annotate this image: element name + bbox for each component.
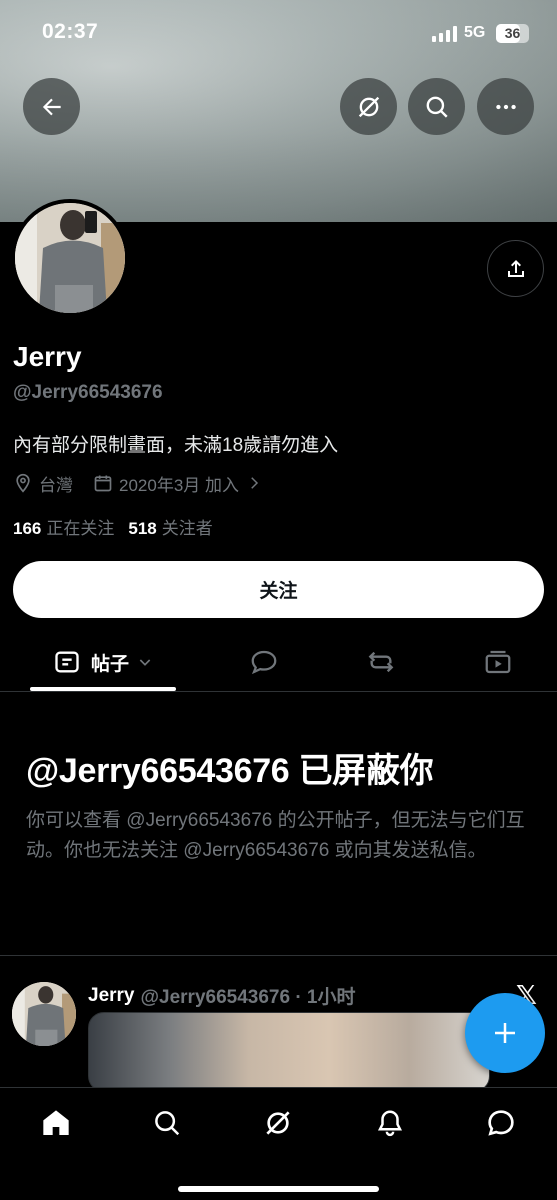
tab-media[interactable] (468, 632, 528, 692)
nav-messages[interactable] (483, 1105, 519, 1141)
following-label: 正在关注 (46, 519, 115, 538)
home-icon (43, 1110, 69, 1135)
profile-handle: @Jerry66543676 (13, 382, 163, 403)
grok-icon (266, 1111, 290, 1135)
search-button[interactable] (408, 78, 465, 135)
nav-grok[interactable] (260, 1105, 296, 1141)
back-button[interactable] (23, 78, 80, 135)
messages-icon (488, 1110, 514, 1136)
grok-button[interactable] (340, 78, 397, 135)
more-icon (495, 104, 516, 109)
arrow-left-icon (42, 98, 61, 115)
profile-bio: 內有部分限制畫面，未滿18歲請勿進入 (13, 435, 339, 456)
bell-icon (377, 1110, 403, 1137)
search-icon (155, 1111, 180, 1136)
chevron-right-icon (251, 477, 259, 489)
divider (0, 955, 557, 956)
status-time: 02:37 (42, 20, 99, 43)
post-author-handle: @Jerry66543676 · 1小时 (140, 987, 356, 1008)
calendar-icon (94, 475, 112, 492)
media-icon (485, 650, 511, 674)
more-button[interactable] (477, 78, 534, 135)
followers-link[interactable]: 518 关注者 (128, 514, 212, 539)
nav-search[interactable] (149, 1105, 185, 1141)
profile-joined[interactable]: 2020年3月 加入 (119, 471, 239, 496)
nav-home[interactable] (38, 1105, 74, 1141)
battery-icon: 36 (496, 24, 529, 43)
tab-posts[interactable]: 帖子 (30, 632, 176, 692)
nav-notifications[interactable] (372, 1105, 408, 1141)
battery-level: 36 (504, 25, 521, 41)
tab-replies[interactable] (234, 632, 294, 692)
search-icon (426, 96, 448, 118)
tab-reposts[interactable] (351, 632, 411, 692)
plus-icon (495, 1023, 515, 1043)
follow-button[interactable]: 关注 (13, 561, 544, 618)
tab-posts-label: 帖子 (90, 653, 129, 675)
network-type: 5G (464, 24, 486, 41)
repost-icon (368, 651, 394, 673)
post-author-name[interactable]: Jerry (88, 985, 135, 1007)
grok-icon (358, 96, 379, 117)
location-pin-icon (16, 473, 30, 493)
post-avatar-photo (12, 982, 76, 1046)
profile-name: Jerry (13, 341, 82, 372)
home-indicator (178, 1186, 379, 1192)
post-header: Jerry @Jerry66543676 · 1小时 (88, 982, 356, 1009)
status-bar: 02:37 5G 36 (0, 0, 557, 70)
profile-location: 台灣 (39, 475, 73, 495)
profile-avatar[interactable] (11, 199, 129, 317)
followers-label: 关注者 (161, 519, 213, 538)
chevron-down-icon (139, 659, 151, 666)
bottom-nav (0, 1087, 557, 1200)
signal-icon (432, 26, 458, 42)
avatar-photo (15, 203, 125, 313)
share-button[interactable] (487, 240, 544, 297)
post-media[interactable] (88, 1012, 490, 1092)
share-icon (507, 259, 524, 277)
blocked-body: 你可以查看 @Jerry66543676 的公开帖子，但无法与它们互动。你也无法… (26, 810, 525, 861)
profile-tabs: 帖子 (0, 632, 557, 692)
blocked-title: @Jerry66543676 已屏蔽你 (26, 752, 434, 790)
following-link[interactable]: 166 正在关注 (13, 514, 114, 539)
profile-meta: 台灣 2020年3月 加入 (13, 470, 269, 496)
tab-active-indicator (30, 687, 176, 691)
posts-icon (55, 651, 79, 673)
following-count: 166 (13, 519, 42, 538)
compose-button[interactable] (465, 993, 545, 1073)
post-avatar[interactable] (12, 982, 76, 1046)
reply-icon (251, 650, 277, 675)
followers-count: 518 (128, 519, 157, 538)
profile-stats: 166 正在关注 518 关注者 (13, 514, 213, 539)
